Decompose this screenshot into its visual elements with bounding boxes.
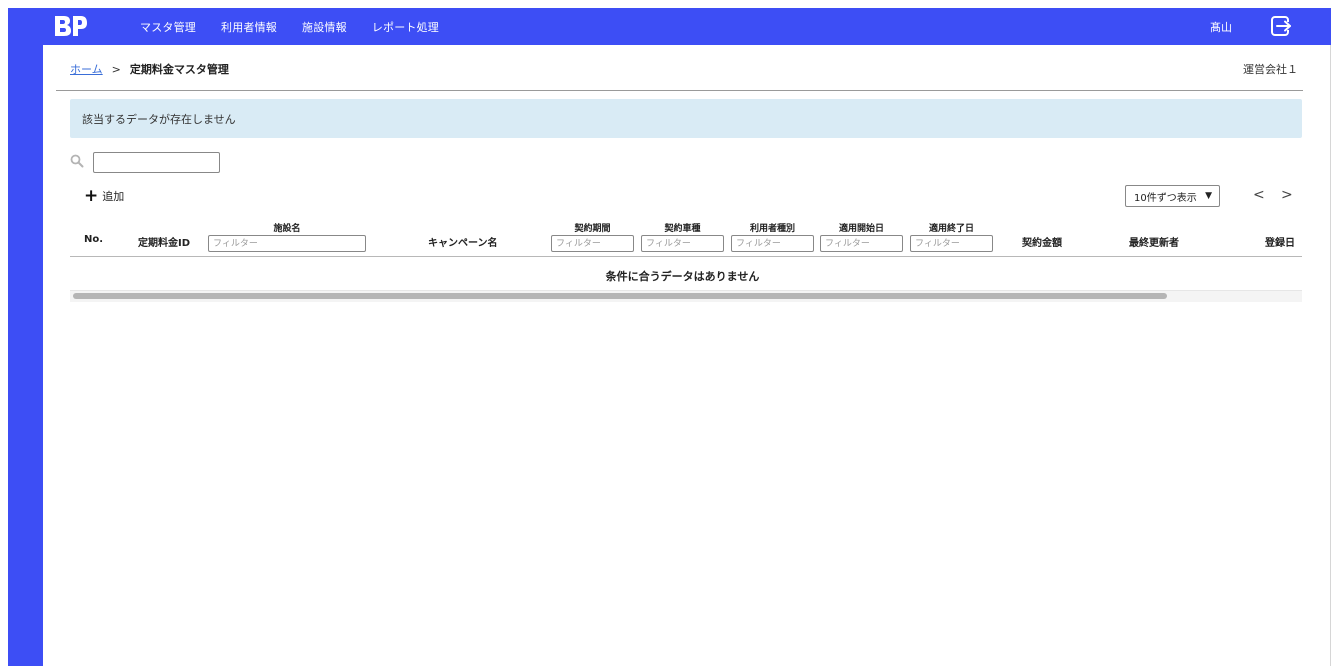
side-rail xyxy=(8,45,43,666)
company-name: 運営会社１ xyxy=(1243,63,1298,76)
search-input[interactable] xyxy=(93,152,220,173)
search-icon xyxy=(70,154,84,168)
col-header-start-date[interactable]: 適用開始日 xyxy=(820,221,903,234)
logout-icon[interactable] xyxy=(1270,15,1292,37)
page-title: 定期料金マスタ管理 xyxy=(129,63,229,76)
table-header-divider xyxy=(70,256,1302,257)
col-end-date: 適用終了日 xyxy=(910,221,993,252)
col-header-plan-id[interactable]: 定期料金ID xyxy=(138,234,190,249)
page-size-select[interactable]: 10件ずつ表示 ▼ xyxy=(1125,185,1220,207)
alert-message: 該当するデータが存在しません xyxy=(82,113,236,126)
breadcrumb-home-link[interactable]: ホーム xyxy=(70,61,103,77)
user-name[interactable]: 髙山 xyxy=(1210,19,1232,35)
header-divider xyxy=(56,90,1303,91)
col-header-vehicle-type[interactable]: 契約車種 xyxy=(641,221,724,234)
col-header-registered[interactable]: 登録日 xyxy=(1265,234,1295,249)
nav-item-reports[interactable]: レポート処理 xyxy=(372,19,439,35)
col-start-date: 適用開始日 xyxy=(820,221,903,252)
add-button[interactable]: + 追加 xyxy=(84,186,125,206)
breadcrumb-separator: > xyxy=(111,62,121,76)
col-header-amount[interactable]: 契約金額 xyxy=(1022,234,1062,249)
info-alert: 該当するデータが存在しません xyxy=(70,99,1302,138)
top-navbar: マスタ管理 利用者情報 施設情報 レポート処理 髙山 xyxy=(8,8,1331,45)
filter-end-date[interactable] xyxy=(910,235,993,252)
pager-next-button[interactable]: > xyxy=(1281,187,1293,203)
col-vehicle-type: 契約車種 xyxy=(641,221,724,252)
page-size-value: 10件ずつ表示 xyxy=(1134,192,1197,204)
filter-user-type[interactable] xyxy=(731,235,814,252)
col-header-end-date[interactable]: 適用終了日 xyxy=(910,221,993,234)
chevron-down-icon: ▼ xyxy=(1205,191,1212,201)
main-nav: マスタ管理 利用者情報 施設情報 レポート処理 xyxy=(140,8,464,45)
col-header-user-type[interactable]: 利用者種別 xyxy=(731,221,814,234)
breadcrumb: ホーム > 定期料金マスタ管理 xyxy=(70,61,229,77)
pager-prev-button[interactable]: < xyxy=(1253,187,1265,203)
filter-start-date[interactable] xyxy=(820,235,903,252)
plus-icon: + xyxy=(84,186,99,206)
nav-item-facilities[interactable]: 施設情報 xyxy=(302,19,347,35)
filter-contract-period[interactable] xyxy=(551,235,634,252)
brand-logo[interactable] xyxy=(53,13,87,39)
nav-item-master[interactable]: マスタ管理 xyxy=(140,19,196,35)
col-contract-period: 契約期間 xyxy=(551,221,634,252)
col-header-campaign[interactable]: キャンペーン名 xyxy=(428,234,498,249)
filter-facility[interactable] xyxy=(208,235,366,252)
col-header-facility[interactable]: 施設名 xyxy=(208,221,366,234)
col-user-type: 利用者種別 xyxy=(731,221,814,252)
col-header-contract-period[interactable]: 契約期間 xyxy=(551,221,634,234)
scrollbar-thumb[interactable] xyxy=(73,293,1167,299)
table-empty-message: 条件に合うデータはありません xyxy=(605,270,760,283)
nav-item-users[interactable]: 利用者情報 xyxy=(221,19,277,35)
col-header-no[interactable]: No. xyxy=(84,234,103,245)
add-button-label: 追加 xyxy=(102,190,125,203)
col-facility: 施設名 xyxy=(208,221,366,252)
filter-vehicle-type[interactable] xyxy=(641,235,724,252)
col-header-updated-by[interactable]: 最終更新者 xyxy=(1129,234,1179,249)
